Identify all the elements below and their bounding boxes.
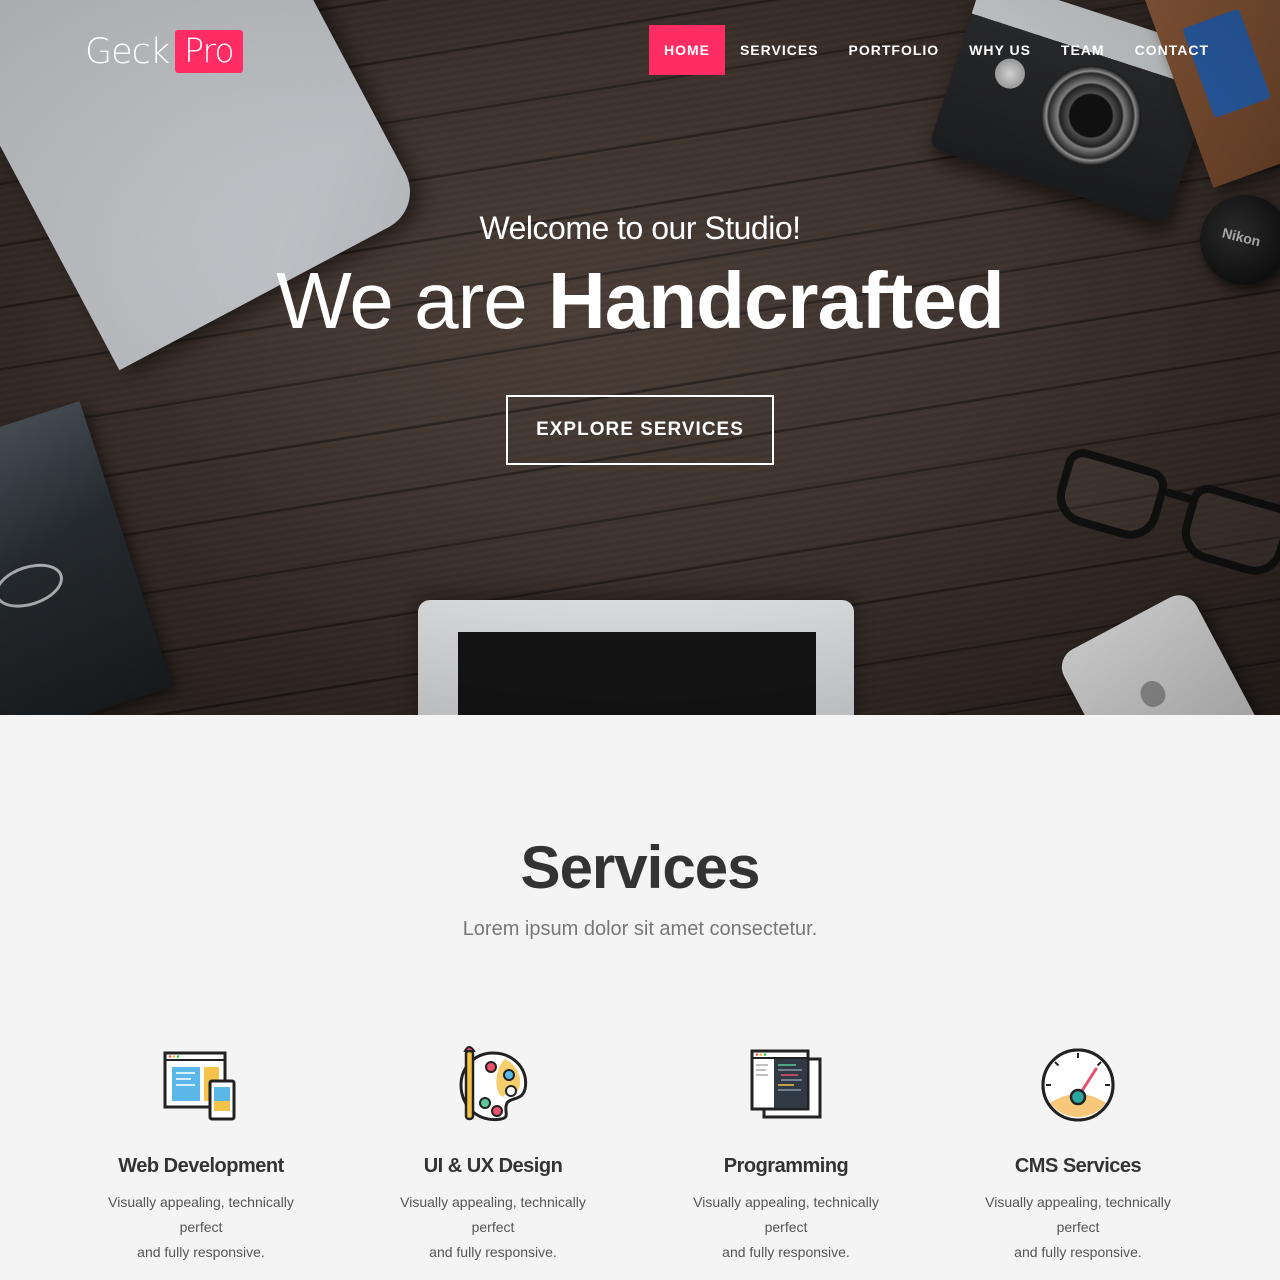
service-desc-line: and fully responsive.: [1014, 1244, 1142, 1260]
tablet-photo: [418, 600, 854, 715]
service-desc-line: Visually appealing, technically perfect: [693, 1194, 879, 1235]
hero-title: We are Handcrafted: [0, 255, 1280, 347]
service-desc-line: and fully responsive.: [137, 1244, 265, 1260]
services-title: Services: [520, 834, 761, 901]
service-title: Programming: [723, 1155, 849, 1177]
web-development-icon: [161, 1045, 241, 1125]
nav-why-us[interactable]: WHY US: [954, 25, 1046, 75]
nav-services[interactable]: SERVICES: [725, 25, 834, 75]
service-desc-line: Visually appealing, technically perfect: [108, 1194, 294, 1235]
services-subtitle: Lorem ipsum dolor sit amet consectetur.: [462, 918, 818, 940]
service-web-development: Web Development Visually appealing, tech…: [71, 1045, 331, 1265]
phone-photo: [1054, 588, 1280, 715]
service-title: UI & UX Design: [423, 1155, 563, 1177]
hero-title-light: We are: [276, 256, 527, 345]
hero-title-bold: Handcrafted: [547, 256, 1005, 345]
nav-contact[interactable]: CONTACT: [1120, 25, 1224, 75]
site-logo[interactable]: Geck Pro: [85, 30, 243, 73]
service-cms-services: CMS Services Visually appealing, technic…: [948, 1045, 1208, 1265]
nav-team[interactable]: TEAM: [1046, 25, 1120, 75]
hero-content: Welcome to our Studio! We are Handcrafte…: [0, 210, 1280, 465]
explore-services-button[interactable]: EXPLORE SERVICES: [506, 395, 774, 465]
service-description: Visually appealing, technically perfect …: [71, 1190, 331, 1265]
nav-home[interactable]: HOME: [648, 25, 725, 75]
service-desc-line: and fully responsive.: [722, 1244, 850, 1260]
services-section: Services Lorem ipsum dolor sit amet cons…: [0, 715, 1280, 1280]
hero-welcome-text: Welcome to our Studio!: [479, 210, 801, 246]
hero-section: Nikon Geck Pro HOME SERVICES PORTFOLIO W…: [0, 0, 1280, 715]
service-ui-ux-design: UI & UX Design Visually appealing, techn…: [363, 1045, 623, 1265]
service-description: Visually appealing, technically perfect …: [656, 1190, 916, 1265]
code-editor-icon: [746, 1045, 826, 1125]
main-nav: HOME SERVICES PORTFOLIO WHY US TEAM CONT…: [648, 25, 1224, 75]
service-programming: Programming Visually appealing, technica…: [656, 1045, 916, 1265]
service-desc-line: and fully responsive.: [429, 1244, 557, 1260]
speedometer-icon: [1038, 1045, 1118, 1125]
service-description: Visually appealing, technically perfect …: [948, 1190, 1208, 1265]
service-desc-line: Visually appealing, technically perfect: [400, 1194, 586, 1235]
logo-badge: Pro: [175, 30, 243, 73]
service-title: Web Development: [118, 1155, 284, 1177]
paint-palette-icon: [453, 1045, 533, 1125]
nav-portfolio[interactable]: PORTFOLIO: [834, 25, 955, 75]
logo-text: Geck: [85, 31, 170, 72]
service-title: CMS Services: [1014, 1155, 1142, 1177]
service-description: Visually appealing, technically perfect …: [363, 1190, 623, 1265]
service-desc-line: Visually appealing, technically perfect: [985, 1194, 1171, 1235]
